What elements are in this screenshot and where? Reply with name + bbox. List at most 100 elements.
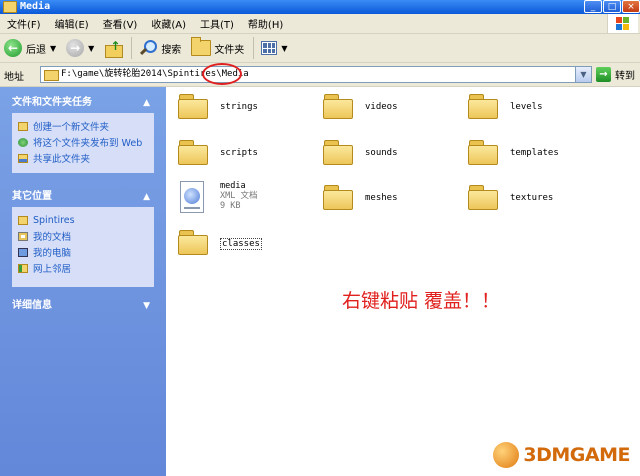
menu-help[interactable]: 帮助(H): [241, 16, 290, 31]
collapse-icon[interactable]: ▲: [143, 93, 150, 113]
place-label: 我的电脑: [33, 248, 72, 259]
chevron-down-icon[interactable]: ▼: [281, 44, 287, 53]
chevron-down-icon[interactable]: ▼: [575, 67, 591, 82]
task-publish-web[interactable]: 将这个文件夹发布到 Web: [18, 135, 142, 149]
item-label: levels: [510, 102, 543, 112]
folder-item[interactable]: scripts: [170, 134, 310, 174]
menu-edit[interactable]: 编辑(E): [48, 16, 96, 31]
chevron-down-icon[interactable]: ▼: [50, 44, 56, 53]
views-button[interactable]: ▼: [257, 36, 291, 60]
task-label: 将这个文件夹发布到 Web: [33, 138, 143, 149]
tasks-panel-title: 文件和文件夹任务: [12, 97, 92, 108]
up-folder-button[interactable]: ↑: [100, 36, 126, 60]
chevron-down-icon[interactable]: ▼: [88, 44, 94, 53]
place-label: Spintires: [33, 214, 75, 226]
place-label: 网上邻居: [33, 264, 72, 275]
details-panel-header[interactable]: 详细信息 ▼: [12, 296, 154, 316]
file-view: strings videos levels scripts sounds tem…: [166, 87, 640, 476]
windows-logo-icon: [607, 14, 638, 33]
collapse-icon[interactable]: ▲: [143, 187, 150, 207]
task-new-folder[interactable]: 创建一个新文件夹: [18, 119, 109, 133]
folder-up-icon: ↑: [104, 39, 124, 58]
share-folder-icon: [18, 153, 28, 163]
toolbar-divider: [253, 37, 255, 59]
other-places-panel: Spintires 我的文档 我的电脑 网上邻居: [12, 207, 154, 287]
folder-icon: [178, 140, 210, 166]
folder-item[interactable]: sounds: [315, 134, 455, 174]
folders-label: 文件夹: [214, 44, 245, 56]
folder-icon: [468, 185, 500, 211]
file-item[interactable]: media XML 文档 9 KB: [170, 179, 310, 219]
folder-icon: [178, 94, 210, 120]
expand-icon[interactable]: ▼: [143, 296, 150, 316]
folder-item[interactable]: textures: [460, 179, 600, 219]
folder-icon: [323, 94, 355, 120]
search-button[interactable]: 搜索: [135, 36, 185, 60]
web-publish-icon: [18, 137, 28, 147]
back-label: 后退: [26, 44, 46, 56]
item-label: videos: [365, 102, 398, 112]
folder-icon: [3, 1, 17, 13]
task-share-folder[interactable]: 共享此文件夹: [18, 151, 90, 165]
forward-button[interactable]: → ▼: [62, 36, 98, 60]
item-label: textures: [510, 193, 554, 203]
title-bar: Media _ □ ×: [0, 0, 640, 14]
address-label: 地址: [4, 72, 24, 83]
item-label: strings: [220, 102, 258, 112]
tasks-panel-header[interactable]: 文件和文件夹任务 ▲: [12, 93, 154, 113]
annotation-text: 右键粘贴 覆盖！！: [342, 290, 501, 312]
folder-item[interactable]: classes: [170, 224, 310, 264]
folder-item[interactable]: templates: [460, 134, 600, 174]
menu-favorites[interactable]: 收藏(A): [144, 16, 193, 31]
watermark-text: 3DMGAME: [523, 444, 630, 466]
folder-icon: [468, 140, 500, 166]
details-title: 详细信息: [12, 300, 52, 311]
file-type: XML 文档: [220, 191, 258, 201]
folder-icon: [323, 185, 355, 211]
folder-icon: [18, 215, 28, 225]
folder-item[interactable]: strings: [170, 88, 310, 128]
search-icon: [139, 39, 158, 57]
menu-file[interactable]: 文件(F): [0, 16, 48, 31]
place-my-computer[interactable]: 我的电脑: [18, 245, 71, 259]
folders-button[interactable]: 文件夹: [187, 36, 248, 60]
item-label: scripts: [220, 148, 258, 158]
my-computer-icon: [18, 247, 28, 257]
place-spintires[interactable]: Spintires: [18, 213, 75, 227]
file-size: 9 KB: [220, 201, 241, 211]
item-label: sounds: [365, 148, 398, 158]
minimize-button[interactable]: _: [584, 0, 602, 13]
watermark: 3DMGAME: [493, 442, 630, 468]
menu-bar: 文件(F) 编辑(E) 查看(V) 收藏(A) 工具(T) 帮助(H): [0, 14, 640, 34]
go-label: 转到: [615, 71, 635, 82]
place-network[interactable]: 网上邻居: [18, 261, 71, 275]
menu-tools[interactable]: 工具(T): [193, 16, 241, 31]
task-label: 共享此文件夹: [33, 154, 91, 165]
folder-item[interactable]: meshes: [315, 179, 455, 219]
window-title: Media: [20, 1, 51, 12]
address-input[interactable]: F:\game\旋转轮胎2014\Spintires\Media ▼: [40, 66, 592, 83]
folder-icon: [468, 94, 500, 120]
maximize-button[interactable]: □: [603, 0, 621, 13]
close-button[interactable]: ×: [622, 0, 640, 13]
folder-icon: [323, 140, 355, 166]
folder-icon: [44, 70, 59, 81]
xml-file-icon: [180, 181, 204, 213]
place-my-documents[interactable]: 我的文档: [18, 229, 71, 243]
go-arrow-icon: →: [596, 67, 611, 82]
window-controls: _ □ ×: [583, 0, 640, 14]
other-places-panel-header[interactable]: 其它位置 ▲: [12, 187, 154, 207]
back-button[interactable]: ← 后退 ▼: [0, 36, 60, 60]
views-icon: [261, 41, 278, 55]
go-button[interactable]: → 转到: [596, 66, 635, 83]
file-info: media XML 文档 9 KB: [220, 181, 257, 211]
address-bar: 地址 F:\game\旋转轮胎2014\Spintires\Media ▼ → …: [0, 63, 640, 87]
network-places-icon: [18, 263, 28, 273]
menu-view[interactable]: 查看(V): [96, 16, 145, 31]
folder-icon: [178, 230, 210, 256]
toolbar: ← 后退 ▼ → ▼ ↑ 搜索 文件夹 ▼: [0, 34, 640, 63]
search-label: 搜索: [161, 44, 182, 56]
folder-item[interactable]: levels: [460, 88, 600, 128]
highlight-circle: [202, 63, 242, 85]
folder-item[interactable]: videos: [315, 88, 455, 128]
